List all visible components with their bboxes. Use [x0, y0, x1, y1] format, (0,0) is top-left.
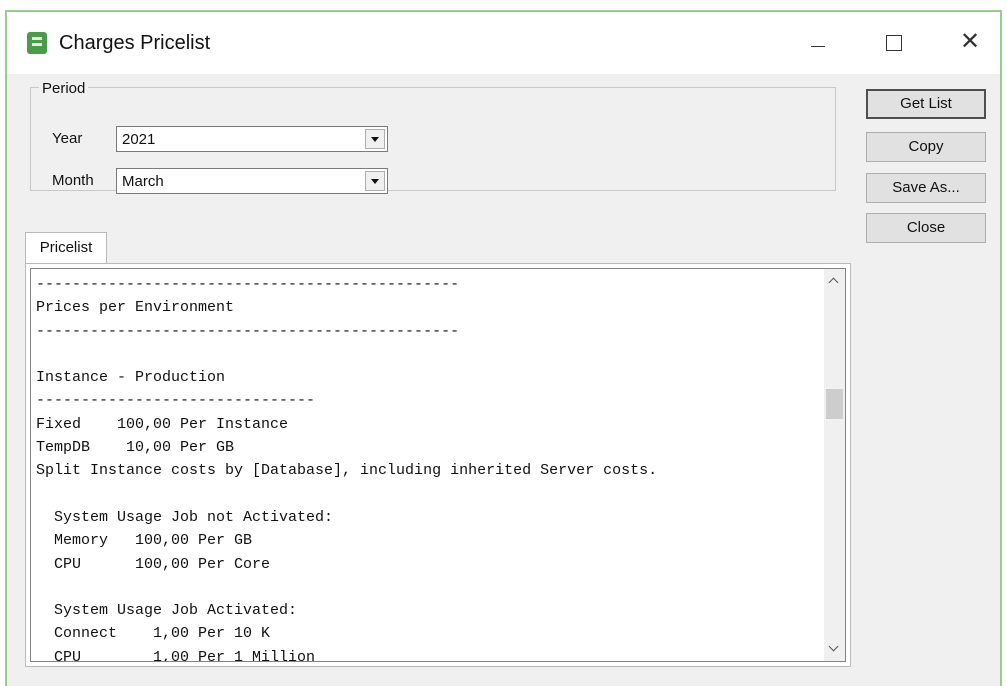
pricelist-text: ----------------------------------------…: [36, 276, 658, 662]
year-dropdown-arrow-icon[interactable]: [365, 129, 385, 149]
month-dropdown-arrow-icon[interactable]: [365, 171, 385, 191]
month-select-value: March: [122, 173, 164, 190]
scroll-down-icon[interactable]: [824, 639, 845, 659]
close-window-button[interactable]: ✕: [947, 24, 993, 60]
year-select-value: 2021: [122, 131, 156, 148]
pricelist-text-area[interactable]: ----------------------------------------…: [30, 268, 846, 662]
period-group-label: Period: [39, 80, 89, 97]
get-list-button[interactable]: Get List: [866, 89, 986, 119]
close-button[interactable]: Close: [866, 213, 986, 243]
save-as-button[interactable]: Save As...: [866, 173, 986, 203]
window-title: Charges Pricelist: [59, 32, 211, 54]
year-select[interactable]: 2021: [116, 126, 388, 152]
pricelist-app-icon: [27, 32, 47, 54]
title-bar[interactable]: Charges Pricelist ✕: [7, 12, 1000, 74]
pricelist-tab-panel: ----------------------------------------…: [25, 263, 851, 667]
copy-button[interactable]: Copy: [866, 132, 986, 162]
minimize-button[interactable]: [795, 24, 841, 60]
scroll-up-icon[interactable]: [824, 271, 845, 291]
minimize-icon: [811, 46, 825, 47]
close-icon: ✕: [959, 28, 981, 55]
maximize-icon: [886, 35, 902, 51]
month-label: Month: [52, 172, 94, 189]
vertical-scrollbar[interactable]: [824, 269, 845, 661]
year-label: Year: [52, 130, 83, 147]
scroll-thumb[interactable]: [826, 389, 843, 419]
month-select[interactable]: March: [116, 168, 388, 194]
tab-pricelist[interactable]: Pricelist: [25, 232, 107, 264]
maximize-button[interactable]: [871, 24, 917, 60]
